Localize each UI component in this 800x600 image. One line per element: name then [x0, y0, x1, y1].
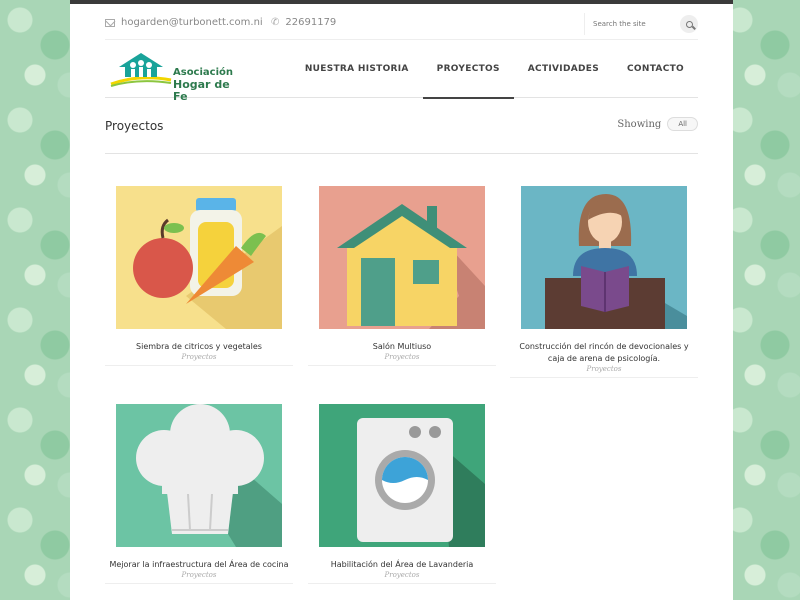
project-card[interactable]: Salón Multiuso Proyectos [308, 186, 496, 366]
search-input[interactable] [593, 17, 673, 31]
portfolio-filter: Showing All [617, 117, 698, 131]
site-header: Asociación Hogar de Fe NUESTRA HISTORIA … [105, 40, 698, 103]
project-card[interactable]: Habilitación del Área de Lavanderia Proy… [308, 404, 496, 584]
project-category[interactable]: Proyectos [105, 571, 293, 579]
project-category[interactable]: Proyectos [308, 353, 496, 361]
card-divider [105, 583, 293, 584]
project-card[interactable]: Siembra de citricos y vegetales Proyecto… [105, 186, 293, 366]
card-divider [308, 365, 496, 366]
card-divider [308, 583, 496, 584]
phone-text: 22691179 [285, 17, 337, 28]
contact-phone: ✆ 22691179 [271, 17, 336, 28]
search-box [584, 13, 698, 35]
project-category[interactable]: Proyectos [510, 365, 698, 373]
project-card[interactable]: Construcción del rincón de devocionales … [510, 186, 698, 378]
contact-email[interactable]: hogarden@turbonett.com.ni [105, 17, 263, 28]
page-container: hogarden@turbonett.com.ni ✆ 22691179 Sea… [70, 0, 733, 600]
top-bar: hogarden@turbonett.com.ni ✆ 22691179 [105, 8, 698, 40]
project-category[interactable]: Proyectos [105, 353, 293, 361]
project-title[interactable]: Salón Multiuso [308, 341, 496, 353]
site-logo[interactable]: Asociación Hogar de Fe [109, 50, 239, 103]
page-title: Proyectos [105, 119, 164, 133]
project-title[interactable]: Siembra de citricos y vegetales [105, 341, 293, 353]
house-icon[interactable] [319, 186, 485, 329]
search-icon [685, 20, 693, 28]
project-title[interactable]: Habilitación del Área de Lavanderia [308, 559, 496, 571]
card-divider [105, 365, 293, 366]
card-divider [510, 377, 698, 378]
reader-icon[interactable] [521, 186, 687, 329]
filter-label: Showing [617, 118, 662, 130]
project-card[interactable]: Mejorar la infraestructura del Área de c… [105, 404, 293, 584]
chef-hat-icon[interactable] [116, 404, 282, 547]
filter-all-button[interactable]: All [667, 117, 698, 131]
title-row: Proyectos Showing All [105, 99, 698, 154]
mail-icon [105, 18, 115, 27]
phone-icon: ✆ [271, 17, 280, 28]
vegetables-icon[interactable] [116, 186, 282, 329]
nav-item-actividades[interactable]: ACTIVIDADES [514, 40, 613, 98]
main-nav: NUESTRA HISTORIA PROYECTOS ACTIVIDADES C… [291, 40, 698, 99]
nav-item-contacto[interactable]: CONTACTO [613, 40, 698, 98]
project-category[interactable]: Proyectos [308, 571, 496, 579]
washing-machine-icon[interactable] [319, 404, 485, 547]
nav-item-nuestra-historia[interactable]: NUESTRA HISTORIA [291, 40, 423, 98]
project-title[interactable]: Mejorar la infraestructura del Área de c… [105, 559, 293, 571]
search-button[interactable] [680, 15, 698, 33]
project-title[interactable]: Construcción del rincón de devocionales … [510, 341, 698, 365]
logo-text: Asociación Hogar de Fe [173, 67, 239, 103]
nav-item-proyectos[interactable]: PROYECTOS [422, 40, 514, 99]
email-text[interactable]: hogarden@turbonett.com.ni [121, 17, 263, 28]
